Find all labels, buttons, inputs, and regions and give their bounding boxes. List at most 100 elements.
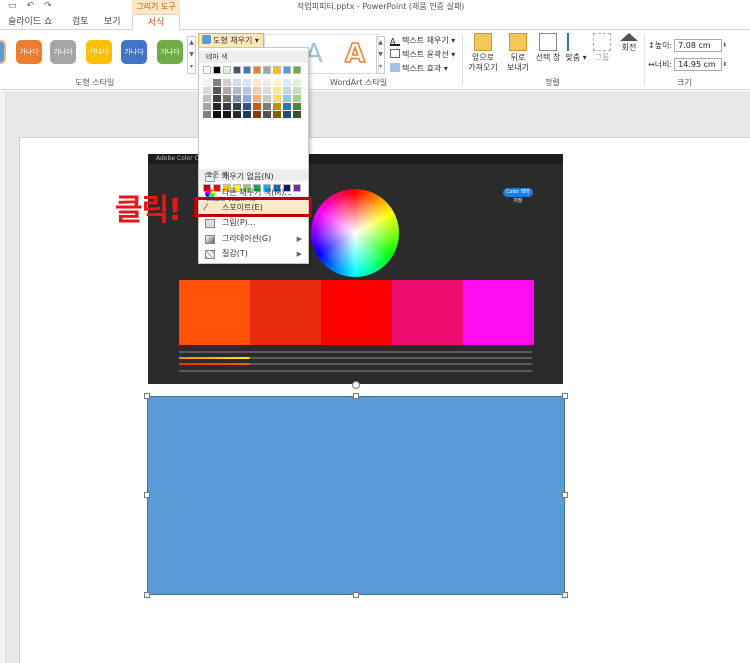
shape-style-preset[interactable]: 가나다: [121, 40, 147, 64]
theme-shade-swatch[interactable]: [233, 111, 241, 118]
theme-color-swatch[interactable]: [263, 66, 271, 74]
shape-fill-button[interactable]: 도형 채우기 ▾: [198, 33, 264, 48]
theme-shade-swatch[interactable]: [213, 103, 221, 110]
theme-shade-swatch[interactable]: [233, 87, 241, 94]
theme-shade-swatch[interactable]: [263, 87, 271, 94]
theme-shade-swatch[interactable]: [293, 79, 301, 86]
theme-color-swatch[interactable]: [283, 66, 291, 74]
theme-shade-swatch[interactable]: [283, 111, 291, 118]
shape-style-preset[interactable]: 가나다: [50, 40, 76, 64]
theme-shade-swatch[interactable]: [243, 111, 251, 118]
tab-slideshow[interactable]: 슬라이드 쇼: [8, 14, 52, 30]
theme-shade-swatch[interactable]: [253, 111, 261, 118]
theme-shade-swatch[interactable]: [223, 95, 231, 102]
width-spinner[interactable]: ⬍: [722, 61, 729, 68]
send-backward-button[interactable]: 뒤로 보내기: [503, 33, 533, 73]
theme-color-swatch[interactable]: [243, 66, 251, 74]
theme-shade-swatch[interactable]: [273, 95, 281, 102]
resize-handle[interactable]: [353, 592, 359, 598]
theme-shade-swatch[interactable]: [243, 103, 251, 110]
height-spinner[interactable]: ⬍: [722, 42, 729, 49]
picture-fill-item[interactable]: 그림(P)...: [200, 216, 307, 230]
theme-shade-swatch[interactable]: [283, 95, 291, 102]
theme-color-swatch[interactable]: [253, 66, 261, 74]
selection-pane-button[interactable]: 선택 창: [534, 33, 562, 63]
theme-shade-swatch[interactable]: [243, 79, 251, 86]
theme-shade-swatch[interactable]: [273, 79, 281, 86]
align-button[interactable]: 맞춤 ▾: [563, 33, 589, 63]
resize-handle[interactable]: [562, 393, 568, 399]
theme-shade-swatch[interactable]: [243, 87, 251, 94]
theme-shade-swatch[interactable]: [293, 87, 301, 94]
theme-shade-swatch[interactable]: [253, 95, 261, 102]
selected-rectangle-shape[interactable]: [147, 396, 565, 595]
theme-shade-swatch[interactable]: [203, 79, 211, 86]
text-effects-button[interactable]: 텍스트 효과 ▾: [390, 63, 448, 74]
shape-style-preset[interactable]: 가나다: [157, 40, 183, 64]
bring-forward-button[interactable]: 앞으로 가져오기: [463, 33, 503, 73]
tab-review[interactable]: 검토: [72, 14, 89, 30]
theme-shade-swatch[interactable]: [283, 79, 291, 86]
theme-shade-swatch[interactable]: [223, 103, 231, 110]
theme-shade-swatch[interactable]: [263, 79, 271, 86]
wordart-scroll-arrows[interactable]: ▲ ▼ ▾: [376, 36, 385, 74]
theme-shade-swatch[interactable]: [213, 87, 221, 94]
theme-shade-swatch[interactable]: [213, 79, 221, 86]
tab-format[interactable]: 서식: [132, 14, 180, 31]
no-fill-item[interactable]: 채우기 없음(N): [200, 170, 307, 184]
theme-color-swatch[interactable]: [293, 66, 301, 74]
theme-shade-swatch[interactable]: [203, 95, 211, 102]
theme-color-swatch[interactable]: [273, 66, 281, 74]
theme-shade-swatch[interactable]: [293, 111, 301, 118]
rotate-button[interactable]: 회전: [616, 33, 642, 53]
theme-shade-swatch[interactable]: [273, 87, 281, 94]
save-icon[interactable]: ▭: [8, 1, 17, 11]
theme-color-swatch[interactable]: [203, 66, 211, 74]
theme-shade-swatch[interactable]: [263, 95, 271, 102]
theme-shade-swatch[interactable]: [283, 87, 291, 94]
theme-shade-swatch[interactable]: [293, 103, 301, 110]
theme-color-swatch[interactable]: [233, 66, 241, 74]
width-input[interactable]: 14.95 cm: [674, 58, 723, 71]
shape-style-preset[interactable]: 가나다: [16, 40, 42, 64]
theme-shade-swatch[interactable]: [233, 103, 241, 110]
theme-color-swatch[interactable]: [223, 66, 231, 74]
gallery-scroll-arrows[interactable]: ▲ ▼ ▾: [187, 36, 196, 74]
theme-shade-swatch[interactable]: [253, 87, 261, 94]
resize-handle[interactable]: [144, 393, 150, 399]
shape-style-preset-selected[interactable]: [0, 40, 6, 64]
theme-shade-swatch[interactable]: [213, 111, 221, 118]
height-input[interactable]: 7.08 cm: [674, 39, 723, 52]
theme-shade-swatch[interactable]: [273, 111, 281, 118]
wordart-preset[interactable]: A: [344, 38, 366, 70]
theme-shade-swatch[interactable]: [263, 103, 271, 110]
theme-shade-swatch[interactable]: [203, 103, 211, 110]
resize-handle[interactable]: [562, 592, 568, 598]
theme-shade-swatch[interactable]: [233, 95, 241, 102]
theme-shade-swatch[interactable]: [233, 79, 241, 86]
theme-shade-swatch[interactable]: [203, 87, 211, 94]
theme-shade-swatch[interactable]: [203, 111, 211, 118]
group-button[interactable]: 그룹: [590, 33, 614, 63]
theme-shade-swatch[interactable]: [293, 95, 301, 102]
undo-icon[interactable]: ↶: [27, 1, 35, 11]
resize-handle[interactable]: [144, 492, 150, 498]
theme-shade-swatch[interactable]: [283, 103, 291, 110]
texture-fill-item[interactable]: 질감(T) ▶: [200, 247, 307, 261]
rotation-handle[interactable]: [352, 381, 360, 389]
theme-shade-swatch[interactable]: [223, 79, 231, 86]
theme-shade-swatch[interactable]: [243, 95, 251, 102]
redo-icon[interactable]: ↷: [44, 1, 52, 11]
text-fill-button[interactable]: A 텍스트 채우기 ▾: [390, 35, 455, 46]
resize-handle[interactable]: [353, 393, 359, 399]
theme-color-swatch[interactable]: [213, 66, 221, 74]
shape-style-preset[interactable]: 가나다: [86, 40, 112, 64]
resize-handle[interactable]: [562, 492, 568, 498]
theme-shade-swatch[interactable]: [223, 87, 231, 94]
theme-shade-swatch[interactable]: [253, 103, 261, 110]
theme-shade-swatch[interactable]: [253, 79, 261, 86]
resize-handle[interactable]: [144, 592, 150, 598]
theme-shade-swatch[interactable]: [263, 111, 271, 118]
theme-shade-swatch[interactable]: [213, 95, 221, 102]
theme-shade-swatch[interactable]: [223, 111, 231, 118]
